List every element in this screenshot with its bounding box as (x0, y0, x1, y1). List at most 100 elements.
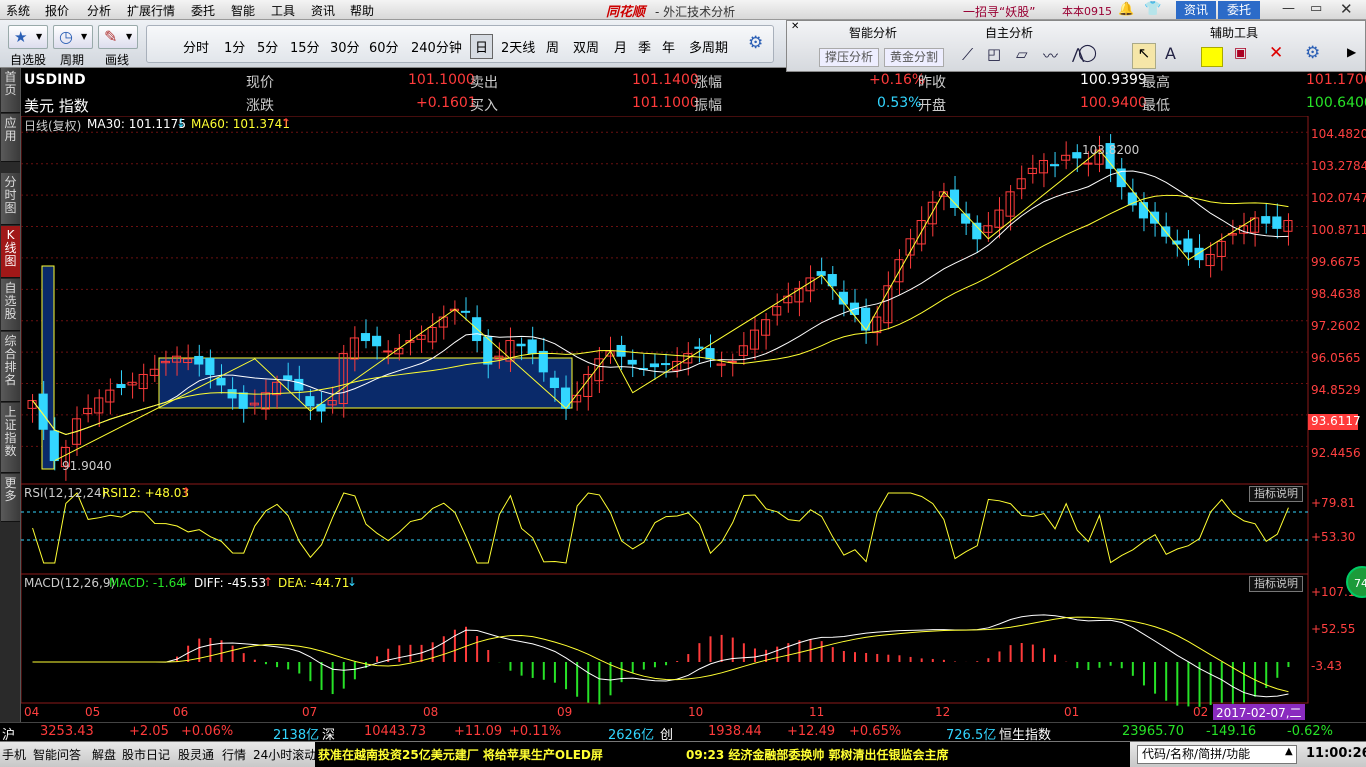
period-30min[interactable]: 30分 (330, 37, 360, 56)
ma30-label: MA30: 101.1175 (87, 117, 186, 131)
wave-tool-icon[interactable]: 〰 (1043, 45, 1058, 66)
period-season[interactable]: 季 (638, 37, 651, 56)
candle-body (49, 430, 59, 462)
value-open: 100.9400 (1080, 95, 1147, 111)
search-dropdown-icon[interactable]: ▲ (1285, 746, 1293, 757)
period-60min[interactable]: 60分 (369, 37, 399, 56)
close-icon[interactable]: ✕ (1340, 0, 1353, 18)
bottom-lingtong[interactable]: 股灵通 (178, 746, 214, 763)
bottom-qa[interactable]: 智能问答 (33, 746, 81, 763)
sidebar-tab-home[interactable]: 首页 (1, 68, 20, 113)
menu-analysis[interactable]: 分析 (87, 2, 111, 19)
period-multi[interactable]: 多周期 (689, 37, 728, 56)
symbol-name: 美元 指数 (24, 97, 89, 115)
line-tool-icon[interactable]: ⟋ (962, 45, 973, 65)
text-tool-icon[interactable]: A (1165, 44, 1176, 63)
rect-tool-icon[interactable]: ◰ (987, 45, 1001, 63)
sh-pct: +0.06% (181, 724, 234, 739)
shirt-icon[interactable]: 👕 (1144, 1, 1161, 17)
x-tick: 10 (688, 705, 704, 719)
sh-value: 3253.43 (40, 724, 94, 739)
period-2week[interactable]: 双周 (573, 37, 599, 56)
menu-extended[interactable]: 扩展行情 (127, 2, 175, 19)
cursor-tool-icon[interactable]: ↖ (1132, 43, 1156, 69)
support-resistance-button[interactable]: 撑压分析 (819, 48, 879, 67)
x-tick: 11 (809, 705, 825, 719)
watchlist-button[interactable]: ★ ▼ (8, 25, 48, 49)
draw-button[interactable]: ✎ ▼ (98, 25, 138, 49)
chart-frame (21, 116, 1309, 704)
bell-icon[interactable]: 🔔 (1118, 2, 1134, 17)
period-week[interactable]: 周 (546, 37, 559, 56)
golden-section-button[interactable]: 黄金分割 (884, 48, 944, 67)
sidebar-tab-more[interactable]: 更多 (1, 474, 20, 522)
period-day[interactable]: 日 (470, 34, 494, 59)
menu-quote[interactable]: 报价 (45, 2, 69, 19)
aux-tools-title: 辅助工具 (1210, 26, 1259, 40)
candle-body (694, 346, 704, 349)
menu-help[interactable]: 帮助 (350, 2, 374, 19)
period-button[interactable]: ◷ ▼ (53, 25, 93, 49)
bottom-diary[interactable]: 股市日记 (122, 746, 170, 763)
parallel-tool-icon[interactable]: ▱ (1016, 45, 1028, 63)
period-year[interactable]: 年 (662, 37, 675, 56)
maximize-icon[interactable]: ▭ (1310, 1, 1322, 16)
value-change: +0.1601 (416, 95, 477, 111)
sidebar-tab-shindex[interactable]: 上证指数 (1, 403, 20, 473)
menu-smart[interactable]: 智能 (231, 2, 255, 19)
news-button[interactable]: 资讯 (1176, 1, 1216, 19)
symbol-code: USDIND (24, 72, 86, 88)
search-input[interactable]: 代码/名称/简拼/功能 (1137, 745, 1297, 764)
candle-body (216, 377, 226, 386)
candle-body (649, 363, 660, 368)
minimize-icon[interactable]: — (1282, 1, 1295, 16)
sidebar-tab-watchlist[interactable]: 自选股 (1, 279, 20, 331)
bottom-analysis[interactable]: 解盘 (92, 746, 116, 763)
promo-link[interactable]: 一招寻“妖股” (963, 3, 1035, 20)
panel-close-icon[interactable]: ✕ (791, 21, 799, 32)
menu-trade[interactable]: 委托 (191, 2, 215, 19)
trade-button[interactable]: 委托 (1218, 1, 1260, 19)
rsi-help-button[interactable]: 指标说明 (1249, 486, 1303, 502)
period-5min[interactable]: 5分 (257, 37, 278, 56)
sidebar-tab-timeshare[interactable]: 分时图 (1, 173, 20, 225)
macd-help-button[interactable]: 指标说明 (1249, 576, 1303, 592)
tool-settings-icon[interactable]: ⚙ (1305, 43, 1320, 63)
news-item-1[interactable]: 获准在越南投资25亿美元建厂 将给苹果生产OLED屏 (318, 746, 603, 763)
candle-body (972, 222, 982, 240)
settings-icon[interactable]: ⚙ (748, 33, 763, 53)
ellipse-tool-icon[interactable]: ◯ (1078, 43, 1097, 63)
period-month[interactable]: 月 (614, 37, 627, 56)
toolbar: ★ ▼ 自选股 ◷ ▼ 周期 ✎ ▼ 画线 分时 1分 5分 15分 30分 6… (0, 20, 786, 68)
period-1min[interactable]: 1分 (224, 37, 245, 56)
clock-time: 11:00:26 (1306, 746, 1366, 761)
value-amp: 0.53% (877, 95, 922, 111)
bottom-market[interactable]: 行情 (222, 746, 246, 763)
menu-info[interactable]: 资讯 (311, 2, 335, 19)
sidebar-tab-ranking[interactable]: 综合排名 (1, 332, 20, 402)
menu-tools[interactable]: 工具 (271, 2, 295, 19)
bottom-24h[interactable]: 24小时滚动 (253, 746, 316, 763)
save-tool-icon[interactable]: ▣ (1234, 45, 1247, 61)
sidebar-tab-kline[interactable]: K线图 (1, 226, 20, 278)
menu-system[interactable]: 系统 (6, 2, 30, 19)
low-marker: 91.9040 (62, 459, 112, 473)
sidebar-tab-apps[interactable]: 应用 (1, 114, 20, 162)
rsi-tick: +53.30 (1311, 530, 1356, 544)
period-fenshi[interactable]: 分时 (183, 37, 209, 56)
chevron-down-icon: ▼ (36, 32, 43, 41)
candle-body (460, 310, 471, 313)
period-240min[interactable]: 240分钟 (411, 37, 462, 56)
label-low: 最低 (1142, 98, 1170, 114)
more-tools-icon[interactable]: ▶ (1347, 45, 1356, 59)
bottom-mobile[interactable]: 手机 (2, 746, 26, 763)
delete-tool-icon[interactable]: ✕ (1269, 43, 1283, 63)
period-15min[interactable]: 15分 (290, 37, 320, 56)
kline-chart[interactable] (21, 116, 1366, 722)
hs-pct: -0.62% (1287, 724, 1333, 739)
sz-change: +11.09 (454, 724, 503, 739)
candle-body (283, 375, 293, 381)
period-2day[interactable]: 2天线 (501, 37, 535, 56)
color-picker[interactable] (1201, 47, 1223, 67)
news-item-2[interactable]: 09:23 经济金融部委换帅 郭树清出任银监会主席 (686, 746, 949, 763)
